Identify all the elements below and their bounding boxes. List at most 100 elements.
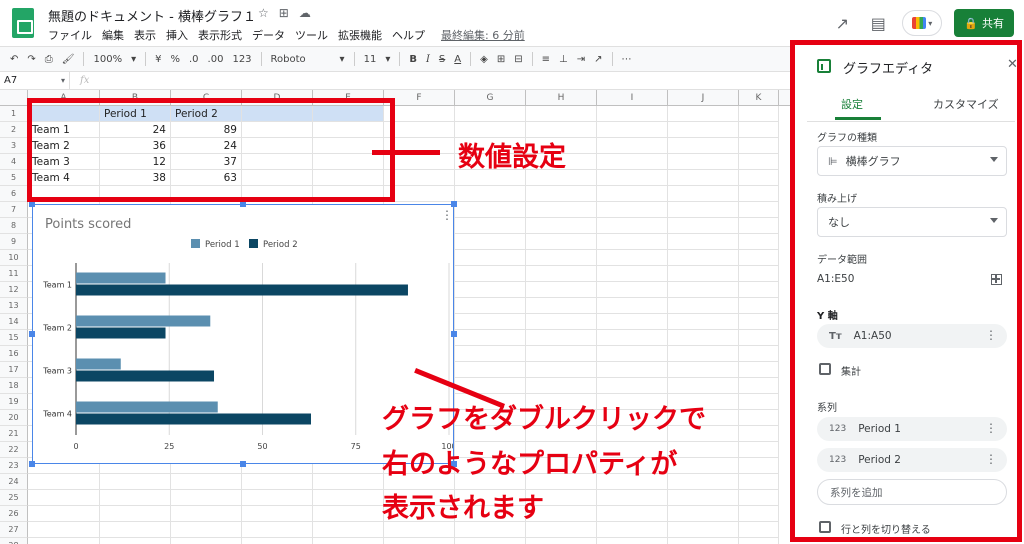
row-header-1[interactable]: 1 bbox=[0, 106, 28, 122]
text-color-button[interactable]: A bbox=[454, 54, 461, 65]
cell[interactable] bbox=[526, 298, 597, 314]
menu-view[interactable]: 表示 bbox=[134, 27, 156, 43]
cell[interactable] bbox=[313, 522, 384, 538]
cell[interactable] bbox=[597, 522, 668, 538]
cell[interactable] bbox=[100, 522, 171, 538]
cell[interactable] bbox=[739, 234, 779, 250]
cell[interactable] bbox=[668, 266, 739, 282]
cell[interactable] bbox=[739, 378, 779, 394]
print-icon[interactable]: ⎙ bbox=[45, 54, 53, 65]
cell[interactable] bbox=[739, 298, 779, 314]
paint-format-icon[interactable]: 🖌 bbox=[62, 54, 75, 65]
cell[interactable] bbox=[668, 186, 739, 202]
cell[interactable] bbox=[313, 474, 384, 490]
cell[interactable] bbox=[668, 250, 739, 266]
cell[interactable] bbox=[739, 202, 779, 218]
cell[interactable] bbox=[668, 442, 739, 458]
cell[interactable] bbox=[739, 522, 779, 538]
cell[interactable] bbox=[597, 202, 668, 218]
select-all-corner[interactable] bbox=[0, 90, 28, 106]
cell[interactable] bbox=[242, 490, 313, 506]
row-header-11[interactable]: 11 bbox=[0, 266, 28, 282]
decrease-decimal-button[interactable]: .0 bbox=[189, 54, 199, 65]
row-header-21[interactable]: 21 bbox=[0, 426, 28, 442]
cell[interactable] bbox=[668, 170, 739, 186]
cell[interactable] bbox=[597, 186, 668, 202]
cell[interactable] bbox=[668, 506, 739, 522]
row-header-4[interactable]: 4 bbox=[0, 154, 28, 170]
cell[interactable] bbox=[455, 314, 526, 330]
cell[interactable] bbox=[668, 138, 739, 154]
cell[interactable] bbox=[28, 474, 100, 490]
font-select[interactable]: Roboto bbox=[271, 54, 331, 65]
row-header-17[interactable]: 17 bbox=[0, 362, 28, 378]
row-header-10[interactable]: 10 bbox=[0, 250, 28, 266]
redo-icon[interactable]: ↷ bbox=[27, 54, 35, 65]
cell[interactable] bbox=[242, 506, 313, 522]
cell[interactable] bbox=[739, 266, 779, 282]
cell[interactable] bbox=[455, 346, 526, 362]
cell[interactable] bbox=[668, 490, 739, 506]
row-header-5[interactable]: 5 bbox=[0, 170, 28, 186]
cell[interactable] bbox=[739, 490, 779, 506]
cell[interactable] bbox=[455, 202, 526, 218]
cell[interactable] bbox=[668, 298, 739, 314]
cell[interactable] bbox=[597, 154, 668, 170]
row-header-12[interactable]: 12 bbox=[0, 282, 28, 298]
cell[interactable] bbox=[171, 538, 242, 544]
cell[interactable] bbox=[171, 474, 242, 490]
cell[interactable] bbox=[526, 202, 597, 218]
cell[interactable] bbox=[313, 506, 384, 522]
last-edit-link[interactable]: 最終編集: 6 分前 bbox=[441, 27, 525, 43]
cell[interactable] bbox=[668, 346, 739, 362]
row-header-9[interactable]: 9 bbox=[0, 234, 28, 250]
cell[interactable] bbox=[455, 234, 526, 250]
cell[interactable] bbox=[668, 106, 739, 122]
merge-cells-icon[interactable]: ⊟ bbox=[514, 54, 522, 65]
cell[interactable] bbox=[242, 538, 313, 544]
row-header-27[interactable]: 27 bbox=[0, 522, 28, 538]
cloud-status-icon[interactable]: ☁ bbox=[299, 6, 311, 20]
cell[interactable] bbox=[28, 490, 100, 506]
cell[interactable] bbox=[100, 506, 171, 522]
row-header-25[interactable]: 25 bbox=[0, 490, 28, 506]
row-header-6[interactable]: 6 bbox=[0, 186, 28, 202]
cell[interactable] bbox=[28, 506, 100, 522]
resize-handle[interactable] bbox=[29, 461, 35, 467]
menu-edit[interactable]: 編集 bbox=[102, 27, 124, 43]
cell[interactable] bbox=[455, 218, 526, 234]
menu-tools[interactable]: ツール bbox=[295, 27, 328, 43]
cell[interactable] bbox=[597, 378, 668, 394]
cell[interactable] bbox=[597, 266, 668, 282]
cell[interactable] bbox=[526, 218, 597, 234]
cell[interactable] bbox=[739, 330, 779, 346]
row-header-18[interactable]: 18 bbox=[0, 378, 28, 394]
cell[interactable] bbox=[455, 282, 526, 298]
cell[interactable] bbox=[526, 362, 597, 378]
cell[interactable] bbox=[455, 106, 526, 122]
menu-help[interactable]: ヘルプ bbox=[392, 27, 425, 43]
cell[interactable] bbox=[526, 378, 597, 394]
cell[interactable] bbox=[668, 362, 739, 378]
cell[interactable] bbox=[526, 330, 597, 346]
menu-insert[interactable]: 挿入 bbox=[166, 27, 188, 43]
text-rotate-icon[interactable]: ↗ bbox=[594, 54, 602, 65]
row-header-23[interactable]: 23 bbox=[0, 458, 28, 474]
cell[interactable] bbox=[597, 538, 668, 544]
cell[interactable] bbox=[739, 346, 779, 362]
cell[interactable] bbox=[100, 490, 171, 506]
column-header-j[interactable]: J bbox=[668, 90, 739, 106]
cell[interactable] bbox=[597, 122, 668, 138]
meet-button[interactable]: ▾ bbox=[902, 10, 943, 36]
cell[interactable] bbox=[739, 410, 779, 426]
cell[interactable] bbox=[597, 282, 668, 298]
resize-handle[interactable] bbox=[240, 461, 246, 467]
cell[interactable] bbox=[668, 330, 739, 346]
borders-icon[interactable]: ⊞ bbox=[497, 54, 505, 65]
row-header-14[interactable]: 14 bbox=[0, 314, 28, 330]
cell[interactable] bbox=[739, 122, 779, 138]
cell[interactable] bbox=[739, 538, 779, 544]
cell[interactable] bbox=[668, 154, 739, 170]
cell[interactable] bbox=[242, 522, 313, 538]
cell[interactable] bbox=[100, 538, 171, 544]
